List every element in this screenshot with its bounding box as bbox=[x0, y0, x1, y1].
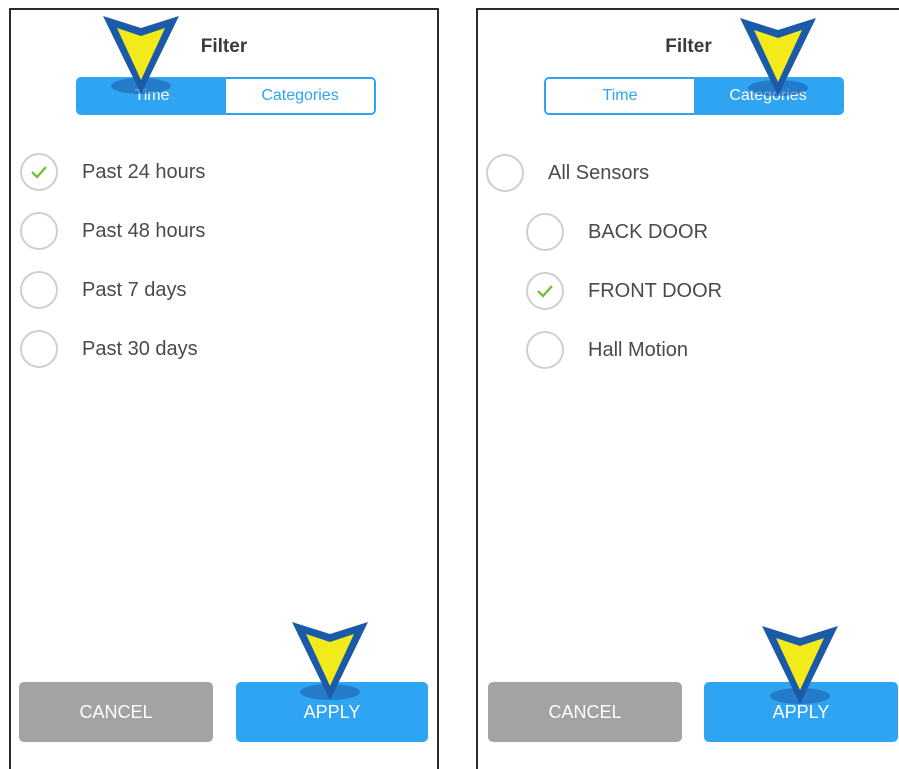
option-label: Past 24 hours bbox=[82, 160, 206, 183]
option-past-7-days[interactable]: Past 7 days bbox=[20, 271, 187, 309]
radio-icon[interactable] bbox=[20, 330, 58, 368]
apply-button[interactable]: APPLY bbox=[236, 682, 428, 742]
option-hall-motion[interactable]: Hall Motion bbox=[526, 331, 688, 369]
tab-categories[interactable]: Categories bbox=[694, 79, 842, 113]
option-label: BACK DOOR bbox=[588, 220, 709, 243]
tab-time[interactable]: Time bbox=[546, 79, 694, 113]
option-label: FRONT DOOR bbox=[588, 279, 723, 302]
page-title: Filter bbox=[200, 36, 248, 57]
page-title: Filter bbox=[665, 36, 712, 57]
radio-icon[interactable] bbox=[526, 213, 564, 251]
option-back-door[interactable]: BACK DOOR bbox=[526, 213, 708, 251]
radio-icon[interactable] bbox=[486, 154, 524, 192]
option-all-sensors[interactable]: All Sensors bbox=[486, 154, 649, 192]
tab-categories[interactable]: Categories bbox=[226, 79, 374, 113]
radio-checked-icon[interactable] bbox=[20, 153, 58, 191]
option-past-30-days[interactable]: Past 30 days bbox=[20, 330, 198, 368]
filter-panel-categories: Filter Time Categories All Sensors BACK … bbox=[476, 8, 899, 769]
radio-checked-icon[interactable] bbox=[526, 272, 564, 310]
cancel-button[interactable]: CANCEL bbox=[488, 682, 682, 742]
radio-icon[interactable] bbox=[20, 212, 58, 250]
option-label: Past 7 days bbox=[82, 278, 187, 301]
segmented-control: Time Categories bbox=[76, 77, 376, 115]
option-front-door[interactable]: FRONT DOOR bbox=[526, 272, 722, 310]
segmented-control: Time Categories bbox=[544, 77, 844, 115]
option-label: Hall Motion bbox=[588, 338, 689, 361]
tab-time[interactable]: Time bbox=[78, 79, 226, 113]
option-label: Past 48 hours bbox=[82, 219, 206, 242]
option-label: All Sensors bbox=[548, 161, 650, 184]
option-past-48-hours[interactable]: Past 48 hours bbox=[20, 212, 205, 250]
apply-button[interactable]: APPLY bbox=[704, 682, 898, 742]
radio-icon[interactable] bbox=[20, 271, 58, 309]
filter-panel-time: Filter Time Categories Past 24 hours Pas… bbox=[9, 8, 439, 769]
option-past-24-hours[interactable]: Past 24 hours bbox=[20, 153, 205, 191]
option-label: Past 30 days bbox=[82, 337, 198, 360]
cancel-button[interactable]: CANCEL bbox=[19, 682, 213, 742]
radio-icon[interactable] bbox=[526, 331, 564, 369]
